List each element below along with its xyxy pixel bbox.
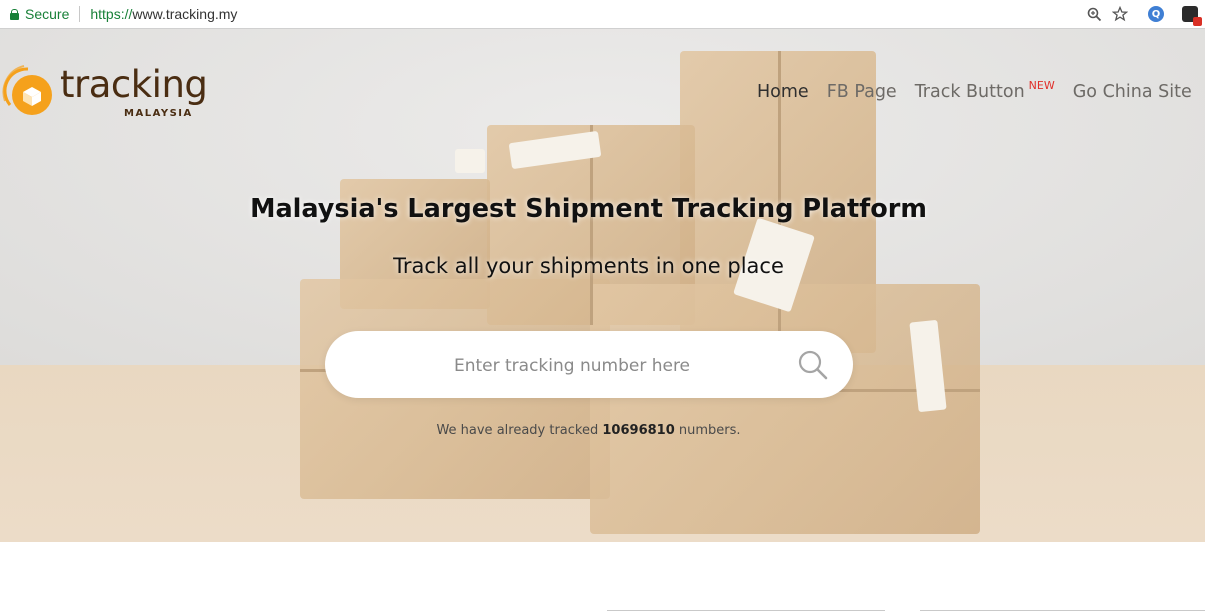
url-scheme: https://: [90, 6, 133, 22]
counter-prefix: We have already tracked: [436, 423, 599, 438]
counter-suffix: numbers.: [678, 423, 741, 438]
main-nav: Home FB Page Track Button NEW Go China Si…: [757, 79, 1205, 102]
section-divider: [607, 610, 885, 611]
url-field[interactable]: https://www.tracking.my: [90, 6, 237, 22]
section-divider: [920, 610, 1205, 611]
tracking-search-box: [325, 331, 853, 400]
zoom-icon[interactable]: [1083, 3, 1105, 25]
counter-value: 10696810: [602, 423, 675, 438]
nav-home[interactable]: Home: [757, 82, 809, 102]
nav-fb-page[interactable]: FB Page: [827, 82, 897, 102]
notification-badge: [1193, 17, 1202, 26]
site-logo[interactable]: tracking MALAYSIA: [2, 63, 212, 125]
nav-track-button[interactable]: Track Button NEW: [914, 79, 1055, 102]
browser-address-bar: Secure https://www.tracking.my Q: [0, 0, 1205, 29]
tracking-number-input[interactable]: [365, 331, 779, 400]
nav-track-button-label: Track Button: [914, 82, 1025, 102]
nav-go-china-site[interactable]: Go China Site: [1073, 82, 1192, 102]
tracked-counter: We have already tracked 10696810 numbers…: [0, 423, 1177, 438]
extension-icon[interactable]: Q: [1145, 3, 1167, 25]
secure-label: Secure: [25, 6, 70, 22]
extension-q-icon: Q: [1148, 6, 1164, 22]
lock-icon: [10, 8, 19, 20]
address-separator: [79, 6, 81, 22]
hero-title: Malaysia's Largest Shipment Tracking Pla…: [250, 194, 927, 224]
bookmark-star-icon[interactable]: [1109, 3, 1131, 25]
url-host: www.tracking.my: [132, 6, 238, 22]
logo-subtitle: MALAYSIA: [124, 108, 193, 119]
hero-subtitle: Track all your shipments in one place: [393, 254, 784, 278]
logo-wordmark: tracking: [60, 63, 208, 106]
search-icon[interactable]: [797, 349, 829, 381]
new-badge: NEW: [1028, 79, 1055, 92]
logo-box-icon: [2, 65, 52, 115]
secure-indicator[interactable]: Secure: [10, 6, 69, 22]
extension-badge-icon[interactable]: [1179, 3, 1202, 26]
hero-section: tracking MALAYSIA Home FB Page Track But…: [0, 29, 1205, 542]
